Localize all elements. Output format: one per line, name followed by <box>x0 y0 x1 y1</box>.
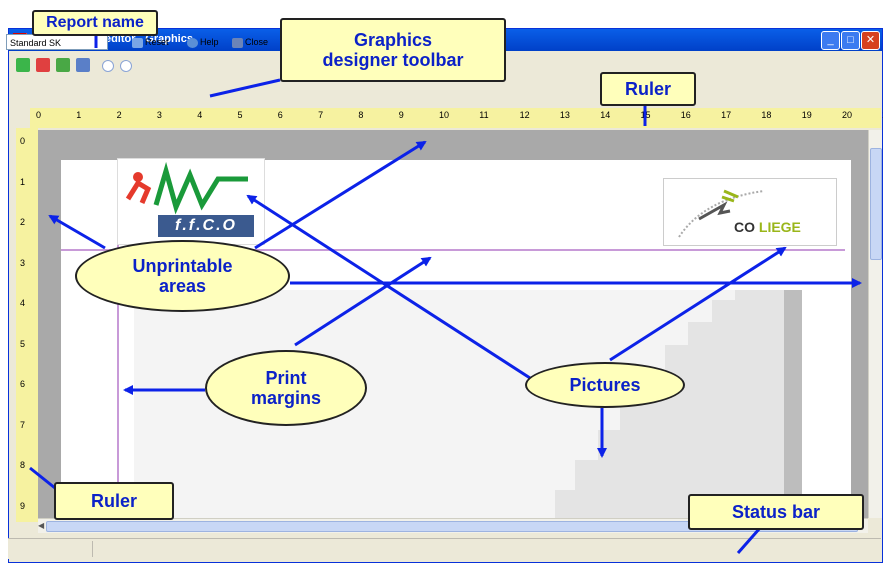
horizontal-ruler-tick: 15 <box>640 110 651 120</box>
callout-graphics-toolbar-line2: designer toolbar <box>322 50 464 70</box>
callout-unprintable-areas: Unprintable areas <box>75 240 290 312</box>
scroll-left-icon[interactable]: ◀ <box>38 521 44 530</box>
vertical-ruler-tick: 1 <box>20 176 26 187</box>
co-liege-logo-graphic <box>678 189 765 238</box>
maximize-icon: □ <box>847 34 854 46</box>
horizontal-ruler-tick: 9 <box>398 110 404 120</box>
vertical-ruler-tick: 6 <box>20 379 26 389</box>
vertical-ruler-tick: 2 <box>20 217 26 227</box>
reset-button[interactable]: Reset <box>132 37 169 48</box>
horizontal-ruler-tick: 17 <box>721 110 732 120</box>
callout-ruler-top: Ruler <box>600 72 696 106</box>
ffco-logo-graphic <box>125 161 248 215</box>
layout-dropdown-icon[interactable] <box>76 58 90 72</box>
callout-print-margins-line2: margins <box>250 388 322 408</box>
callout-pictures: Pictures <box>525 362 685 408</box>
maximize-button[interactable]: □ <box>841 31 860 50</box>
close-report-button[interactable]: Close <box>232 37 268 48</box>
help-label: Help <box>200 37 219 47</box>
reset-label: Reset <box>145 37 169 47</box>
vertical-ruler-tick: 7 <box>20 419 26 430</box>
horizontal-ruler-tick: 3 <box>156 110 162 120</box>
minimize-icon: _ <box>827 34 834 46</box>
callout-status-bar: Status bar <box>688 494 864 530</box>
report-name-select[interactable]: Standard SK <box>6 34 108 50</box>
horizontal-ruler-tick: 4 <box>197 110 203 120</box>
reset-icon <box>132 37 143 48</box>
vertical-scrollbar[interactable] <box>868 130 882 518</box>
horizontal-ruler-tick: 12 <box>519 110 530 120</box>
callout-graphics-toolbar: Graphics designer toolbar <box>280 18 506 82</box>
horizontal-ruler-tick: 11 <box>479 110 489 120</box>
vertical-scroll-thumb[interactable] <box>870 148 882 260</box>
status-bar <box>8 538 881 559</box>
horizontal-ruler-tick: 6 <box>277 110 283 120</box>
horizontal-ruler-ticks: 012345678910111213141516171819202 <box>30 108 883 128</box>
zoom-out-icon[interactable] <box>120 60 132 72</box>
close-doc-icon <box>232 37 243 48</box>
horizontal-ruler[interactable]: 012345678910111213141516171819202 <box>30 78 883 130</box>
horizontal-ruler-tick: 5 <box>237 110 243 120</box>
co-liege-logo-text: CO LIEGE <box>734 219 801 235</box>
vertical-ruler-ticks: 0 1 2 3 4 5 6 7 8 9 <box>16 128 38 522</box>
ffco-logo-text: f.f.C.O <box>158 215 254 237</box>
callout-unprintable-line2: areas <box>158 276 207 296</box>
vertical-ruler-tick: 5 <box>20 338 26 349</box>
co-liege-suffix: LIEGE <box>758 219 801 235</box>
help-icon <box>187 37 198 48</box>
horizontal-ruler-tick: 2 <box>116 110 122 120</box>
horizontal-ruler-tick: 7 <box>318 110 324 120</box>
callout-report-name: Report name <box>32 10 158 36</box>
vertical-ruler-tick: 0 <box>20 136 26 146</box>
horizontal-ruler-tick: 19 <box>801 110 812 120</box>
horizontal-ruler-tick: 13 <box>559 110 570 120</box>
close-label: Close <box>245 37 269 47</box>
status-divider <box>92 541 93 557</box>
vertical-ruler-tick: 3 <box>20 257 26 268</box>
minimize-button[interactable]: _ <box>821 31 840 50</box>
callout-ruler-left: Ruler <box>54 482 174 520</box>
callout-unprintable-line1: Unprintable <box>132 256 233 276</box>
help-button[interactable]: Help <box>187 37 219 48</box>
vertical-ruler-tick: 9 <box>20 500 26 511</box>
co-liege-logo-picture[interactable]: CO LIEGE <box>663 178 837 246</box>
callout-print-margins: Print margins <box>205 350 367 426</box>
horizontal-ruler-tick: 10 <box>439 110 450 120</box>
close-icon: ✕ <box>865 34 876 46</box>
horizontal-ruler-tick: 8 <box>358 110 364 120</box>
horizontal-ruler-tick: 16 <box>680 110 691 120</box>
callout-graphics-toolbar-line1: Graphics <box>353 30 433 50</box>
callout-print-margins-line1: Print <box>265 368 307 388</box>
ffco-logo-picture[interactable]: f.f.C.O <box>117 158 265 245</box>
vertical-ruler-tick: 8 <box>20 460 26 470</box>
close-button[interactable]: ✕ <box>861 31 880 50</box>
delete-item-icon[interactable] <box>36 58 50 72</box>
co-liege-prefix: CO <box>734 219 755 235</box>
horizontal-ruler-tick: 20 <box>842 110 853 120</box>
horizontal-ruler-tick: 14 <box>600 110 611 120</box>
horizontal-ruler-tick: 18 <box>761 110 772 120</box>
vertical-ruler[interactable]: 0 1 2 3 4 5 6 7 8 9 <box>16 128 38 522</box>
zoom-in-icon[interactable] <box>102 60 114 72</box>
align-icon[interactable] <box>56 58 70 72</box>
horizontal-ruler-tick: 0 <box>36 110 42 120</box>
horizontal-ruler-tick: 1 <box>76 110 82 120</box>
add-item-icon[interactable] <box>16 58 30 72</box>
vertical-ruler-tick: 4 <box>20 298 26 308</box>
